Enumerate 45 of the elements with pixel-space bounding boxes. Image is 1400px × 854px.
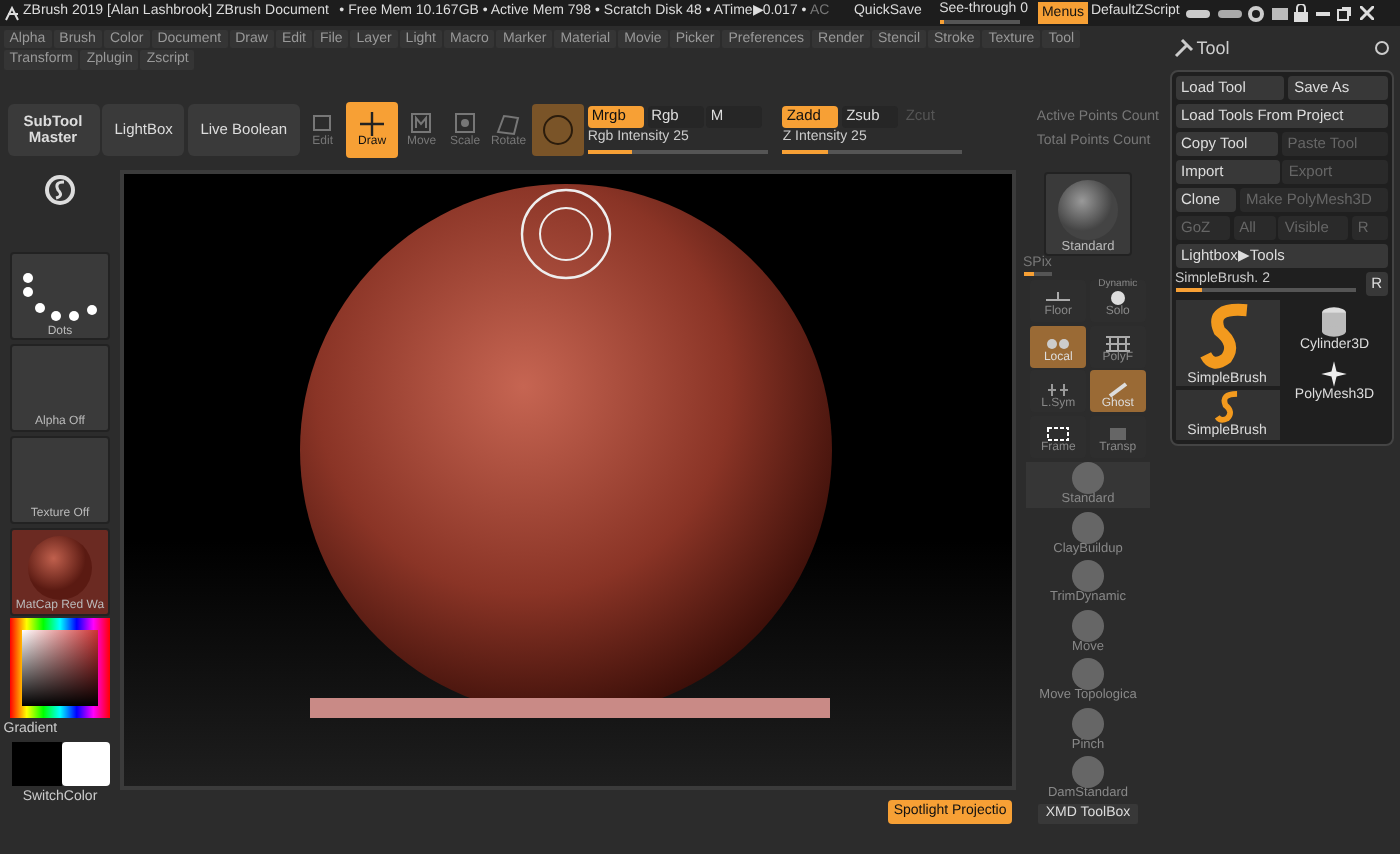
app-logo-icon [3, 5, 20, 21]
brush-sphere-icon [1072, 462, 1104, 495]
sphere-thumbnail [1058, 179, 1118, 240]
color-picker[interactable] [10, 618, 110, 719]
draw-mode-icon [360, 111, 385, 136]
slider-track[interactable] [1175, 287, 1355, 292]
logo-icon[interactable] [44, 173, 76, 206]
brush-sphere-icon [1072, 560, 1104, 593]
brush-sphere-icon [1072, 756, 1104, 789]
palette-title: Tool [1196, 37, 1230, 59]
local-icon [1046, 335, 1071, 352]
slider-track[interactable] [939, 19, 1020, 24]
close-icon[interactable] [1359, 6, 1374, 20]
slider-track[interactable] [1023, 272, 1051, 277]
solo-icon [1105, 290, 1130, 307]
frame-icon [1046, 426, 1071, 443]
gear-icon[interactable] [1248, 5, 1265, 21]
hammer-icon [1173, 38, 1193, 58]
restore-icon[interactable] [1336, 5, 1353, 21]
s-shape-icon [1213, 390, 1241, 425]
brush-sphere-icon [1072, 609, 1104, 642]
transp-icon [1105, 426, 1130, 443]
sphere-thumbnail [28, 535, 92, 600]
scale-mode-icon [453, 111, 478, 136]
brush-sphere-icon [1072, 707, 1104, 740]
dots-icon [22, 271, 98, 326]
floor-icon [1046, 290, 1071, 307]
primary-color-swatch[interactable] [11, 741, 61, 786]
move-mode-icon [409, 111, 434, 136]
material-button[interactable] [532, 104, 585, 156]
edit-mode-icon [310, 111, 335, 136]
secondary-color-swatch[interactable] [61, 741, 109, 786]
slider-track[interactable] [587, 150, 768, 155]
brush-sphere-icon [1072, 658, 1104, 691]
sphere-outline-icon [542, 114, 575, 146]
slider-track[interactable] [782, 150, 963, 155]
brush-sphere-icon [1072, 511, 1104, 544]
star-icon [1320, 360, 1349, 389]
lsym-icon [1046, 381, 1071, 398]
ghost-icon [1105, 381, 1130, 398]
minimize-icon[interactable] [1315, 11, 1330, 15]
lock-icon[interactable] [1294, 4, 1309, 22]
rotate-mode-icon [496, 111, 521, 136]
polyf-icon [1105, 335, 1130, 352]
cylinder-icon [1320, 306, 1349, 339]
